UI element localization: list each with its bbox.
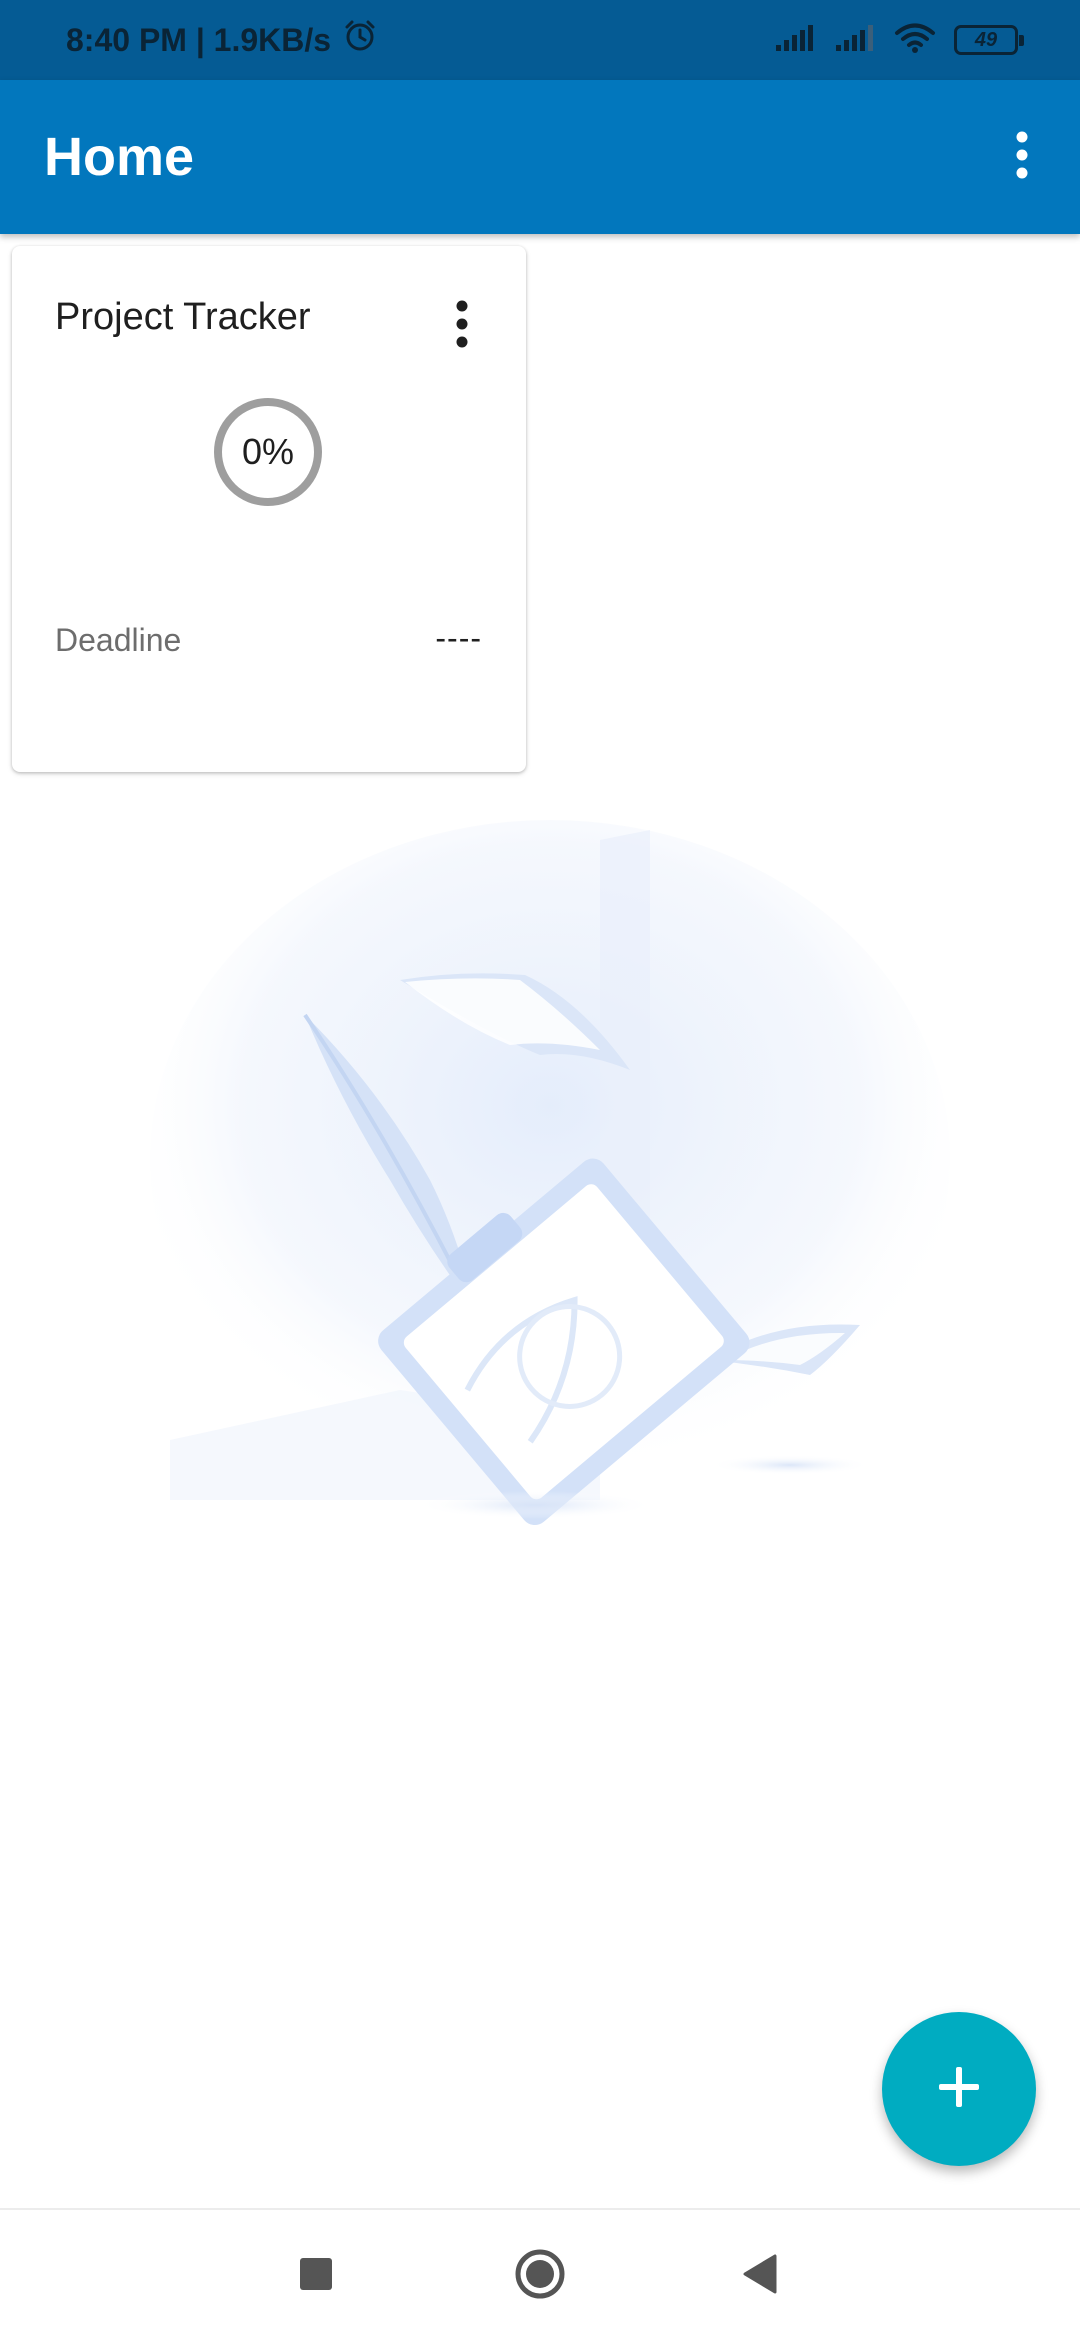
status-left: 8:40 PM | 1.9KB/s [66,0,377,80]
page-title: Home [44,127,195,187]
back-triangle-icon [741,2253,779,2300]
project-card[interactable]: Project Tracker 0% Deadline ---- [12,246,526,772]
signal-icon [774,23,816,58]
system-nav-bar [0,2208,1080,2340]
recents-button[interactable] [276,2236,356,2316]
screen: 8:40 PM | 1.9KB/s 49 Home Project Tracke… [0,0,1080,2340]
project-menu-button[interactable] [422,286,502,366]
home-button[interactable] [500,2236,580,2316]
overflow-menu-button[interactable] [982,117,1062,197]
home-circle-icon [514,2248,566,2305]
alarm-icon [343,19,377,61]
status-time: 8:40 PM | 1.9KB/s [66,21,332,58]
app-bar: Home [0,80,1080,234]
recents-square-icon [298,2256,334,2297]
status-bar: 8:40 PM | 1.9KB/s 49 [0,0,1080,80]
back-button[interactable] [720,2236,800,2316]
add-project-button[interactable] [882,2012,1036,2166]
status-right: 49 [774,0,1024,80]
deadline-value: ---- [435,620,482,656]
battery-icon: 49 [954,25,1024,55]
deadline-label: Deadline [55,622,182,658]
wifi-icon [894,22,936,59]
battery-level: 49 [974,28,998,51]
more-vert-icon [452,298,472,355]
project-name: Project Tracker [55,296,311,338]
more-vert-icon [1012,129,1032,186]
empty-state-illustration [150,820,950,1526]
plus-icon [935,2063,983,2116]
signal-icon [834,23,876,58]
progress-label: 0% [241,431,295,472]
